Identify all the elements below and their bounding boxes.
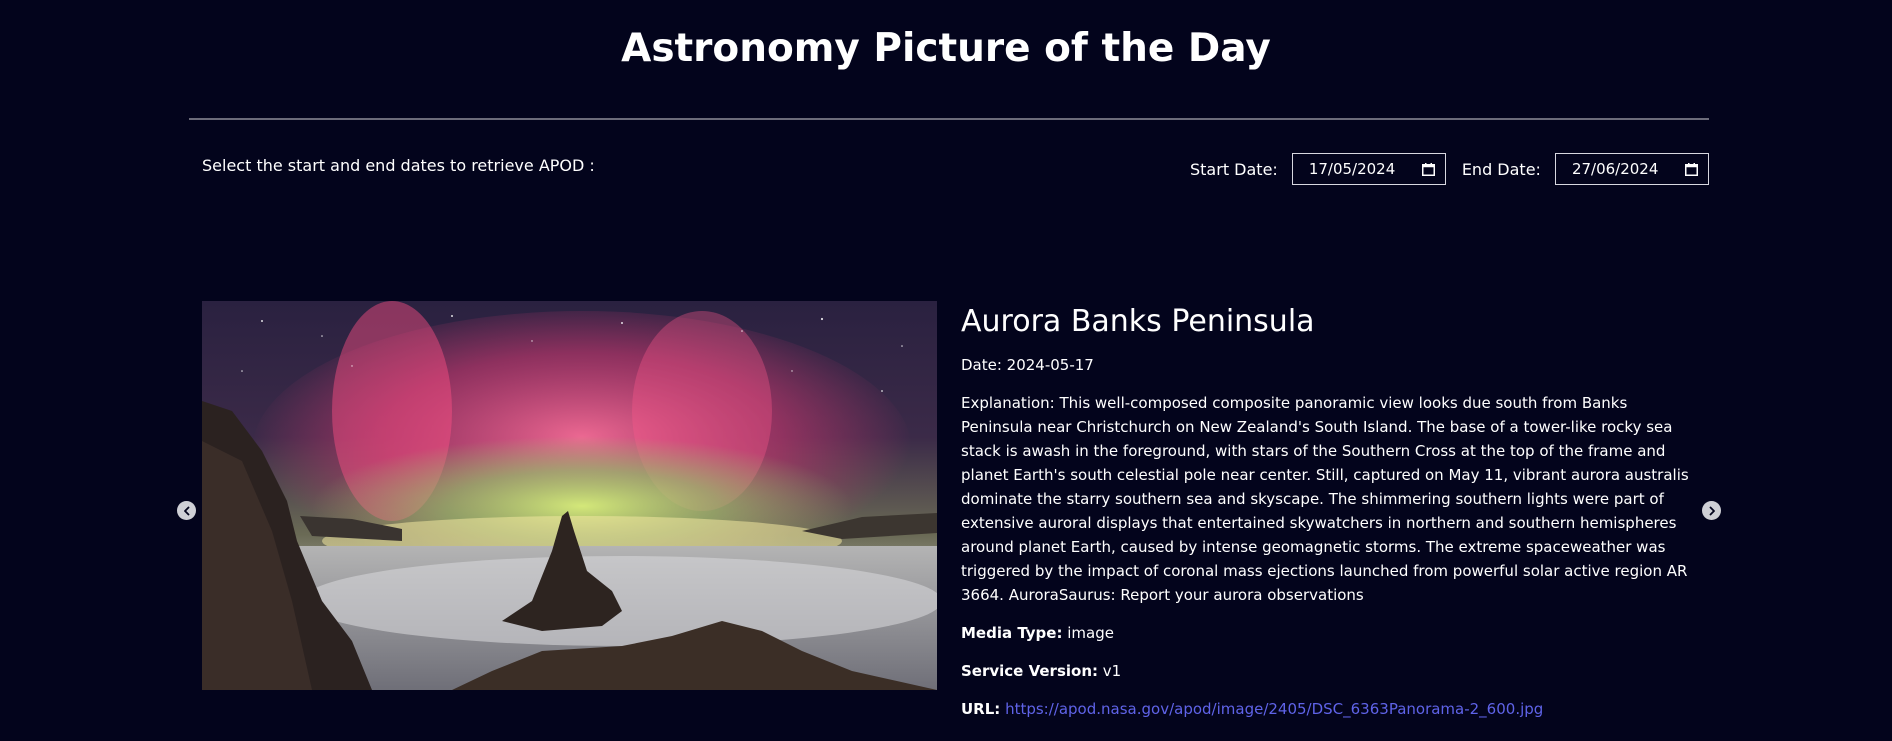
chevron-left-icon [183, 506, 189, 515]
end-date-value: 27/06/2024 [1571, 160, 1659, 178]
service-version-row: Service Version: v1 [961, 659, 1701, 683]
start-date-label: Start Date: [1190, 159, 1278, 179]
carousel-next-button[interactable] [1702, 501, 1721, 520]
start-date-value: 17/05/2024 [1308, 160, 1396, 178]
service-version-label: Service Version: [961, 662, 1098, 680]
apod-url-link[interactable]: https://apod.nasa.gov/apod/image/2405/DS… [1005, 700, 1543, 718]
apod-image [202, 301, 937, 690]
media-type-value: image [1067, 624, 1114, 642]
page-title: Astronomy Picture of the Day [621, 26, 1271, 71]
date-controls: Start Date: 17/05/2024 End Date: 27/06/2… [1190, 153, 1709, 185]
url-label: URL: [961, 700, 1001, 718]
date-range-prompt: Select the start and end dates to retrie… [202, 156, 595, 175]
start-date-input[interactable]: 17/05/2024 [1291, 153, 1446, 185]
chevron-right-icon [1709, 506, 1715, 515]
page: Astronomy Picture of the Day Select the … [0, 0, 1892, 741]
apod-explanation: Explanation: This well-composed composit… [961, 394, 1689, 604]
apod-date: Date: 2024-05-17 [961, 356, 1094, 374]
service-version-value: v1 [1102, 662, 1122, 680]
media-type-label: Media Type: [961, 624, 1063, 642]
media-type-row: Media Type: image [961, 621, 1701, 645]
calendar-icon[interactable] [1684, 162, 1698, 176]
calendar-icon[interactable] [1421, 162, 1435, 176]
end-date-input[interactable]: 27/06/2024 [1554, 153, 1709, 185]
end-date-label: End Date: [1461, 159, 1541, 179]
header-divider [189, 118, 1709, 120]
apod-details: Aurora Banks Peninsula Date: 2024-05-17 … [961, 301, 1701, 735]
apod-title: Aurora Banks Peninsula [961, 304, 1315, 339]
carousel-prev-button[interactable] [177, 501, 196, 520]
aurora-photo [202, 301, 937, 690]
url-row: URL: https://apod.nasa.gov/apod/image/24… [961, 697, 1701, 721]
